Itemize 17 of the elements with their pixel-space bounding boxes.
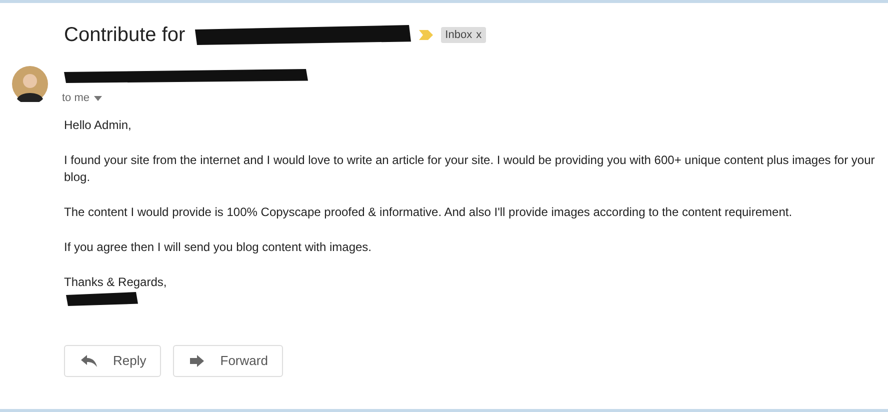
- body-paragraph: Hello Admin,: [64, 116, 132, 134]
- label-text: Inbox: [445, 28, 472, 43]
- inbox-label[interactable]: Inbox x: [441, 27, 486, 43]
- recipient-text: to me: [62, 91, 90, 106]
- sign-off: Thanks & Regards,: [64, 274, 168, 290]
- caret-icon[interactable]: [94, 96, 102, 101]
- avatar: [12, 66, 48, 102]
- body-paragraph: If you agree then I will send you blog content with images.: [64, 238, 373, 256]
- reply-arrow-icon: [81, 354, 97, 366]
- body-paragraph: The content I would provide is 100% Copyscape proofed & informative. And also I'll provide images according to the content requirement.: [64, 204, 794, 220]
- remove-label-button[interactable]: x: [476, 27, 482, 43]
- reply-button[interactable]: Reply: [64, 344, 162, 376]
- forward-arrow-icon: [190, 354, 204, 366]
- body-paragraph: I found your site from the internet and I would love to write an article for your site. I would be providing you with 600+ unique content plus images for your blog.: [64, 152, 876, 186]
- email-subject: Contribute for: [64, 23, 186, 48]
- forward-button[interactable]: Forward: [173, 344, 283, 376]
- importance-marker-icon: [419, 30, 434, 40]
